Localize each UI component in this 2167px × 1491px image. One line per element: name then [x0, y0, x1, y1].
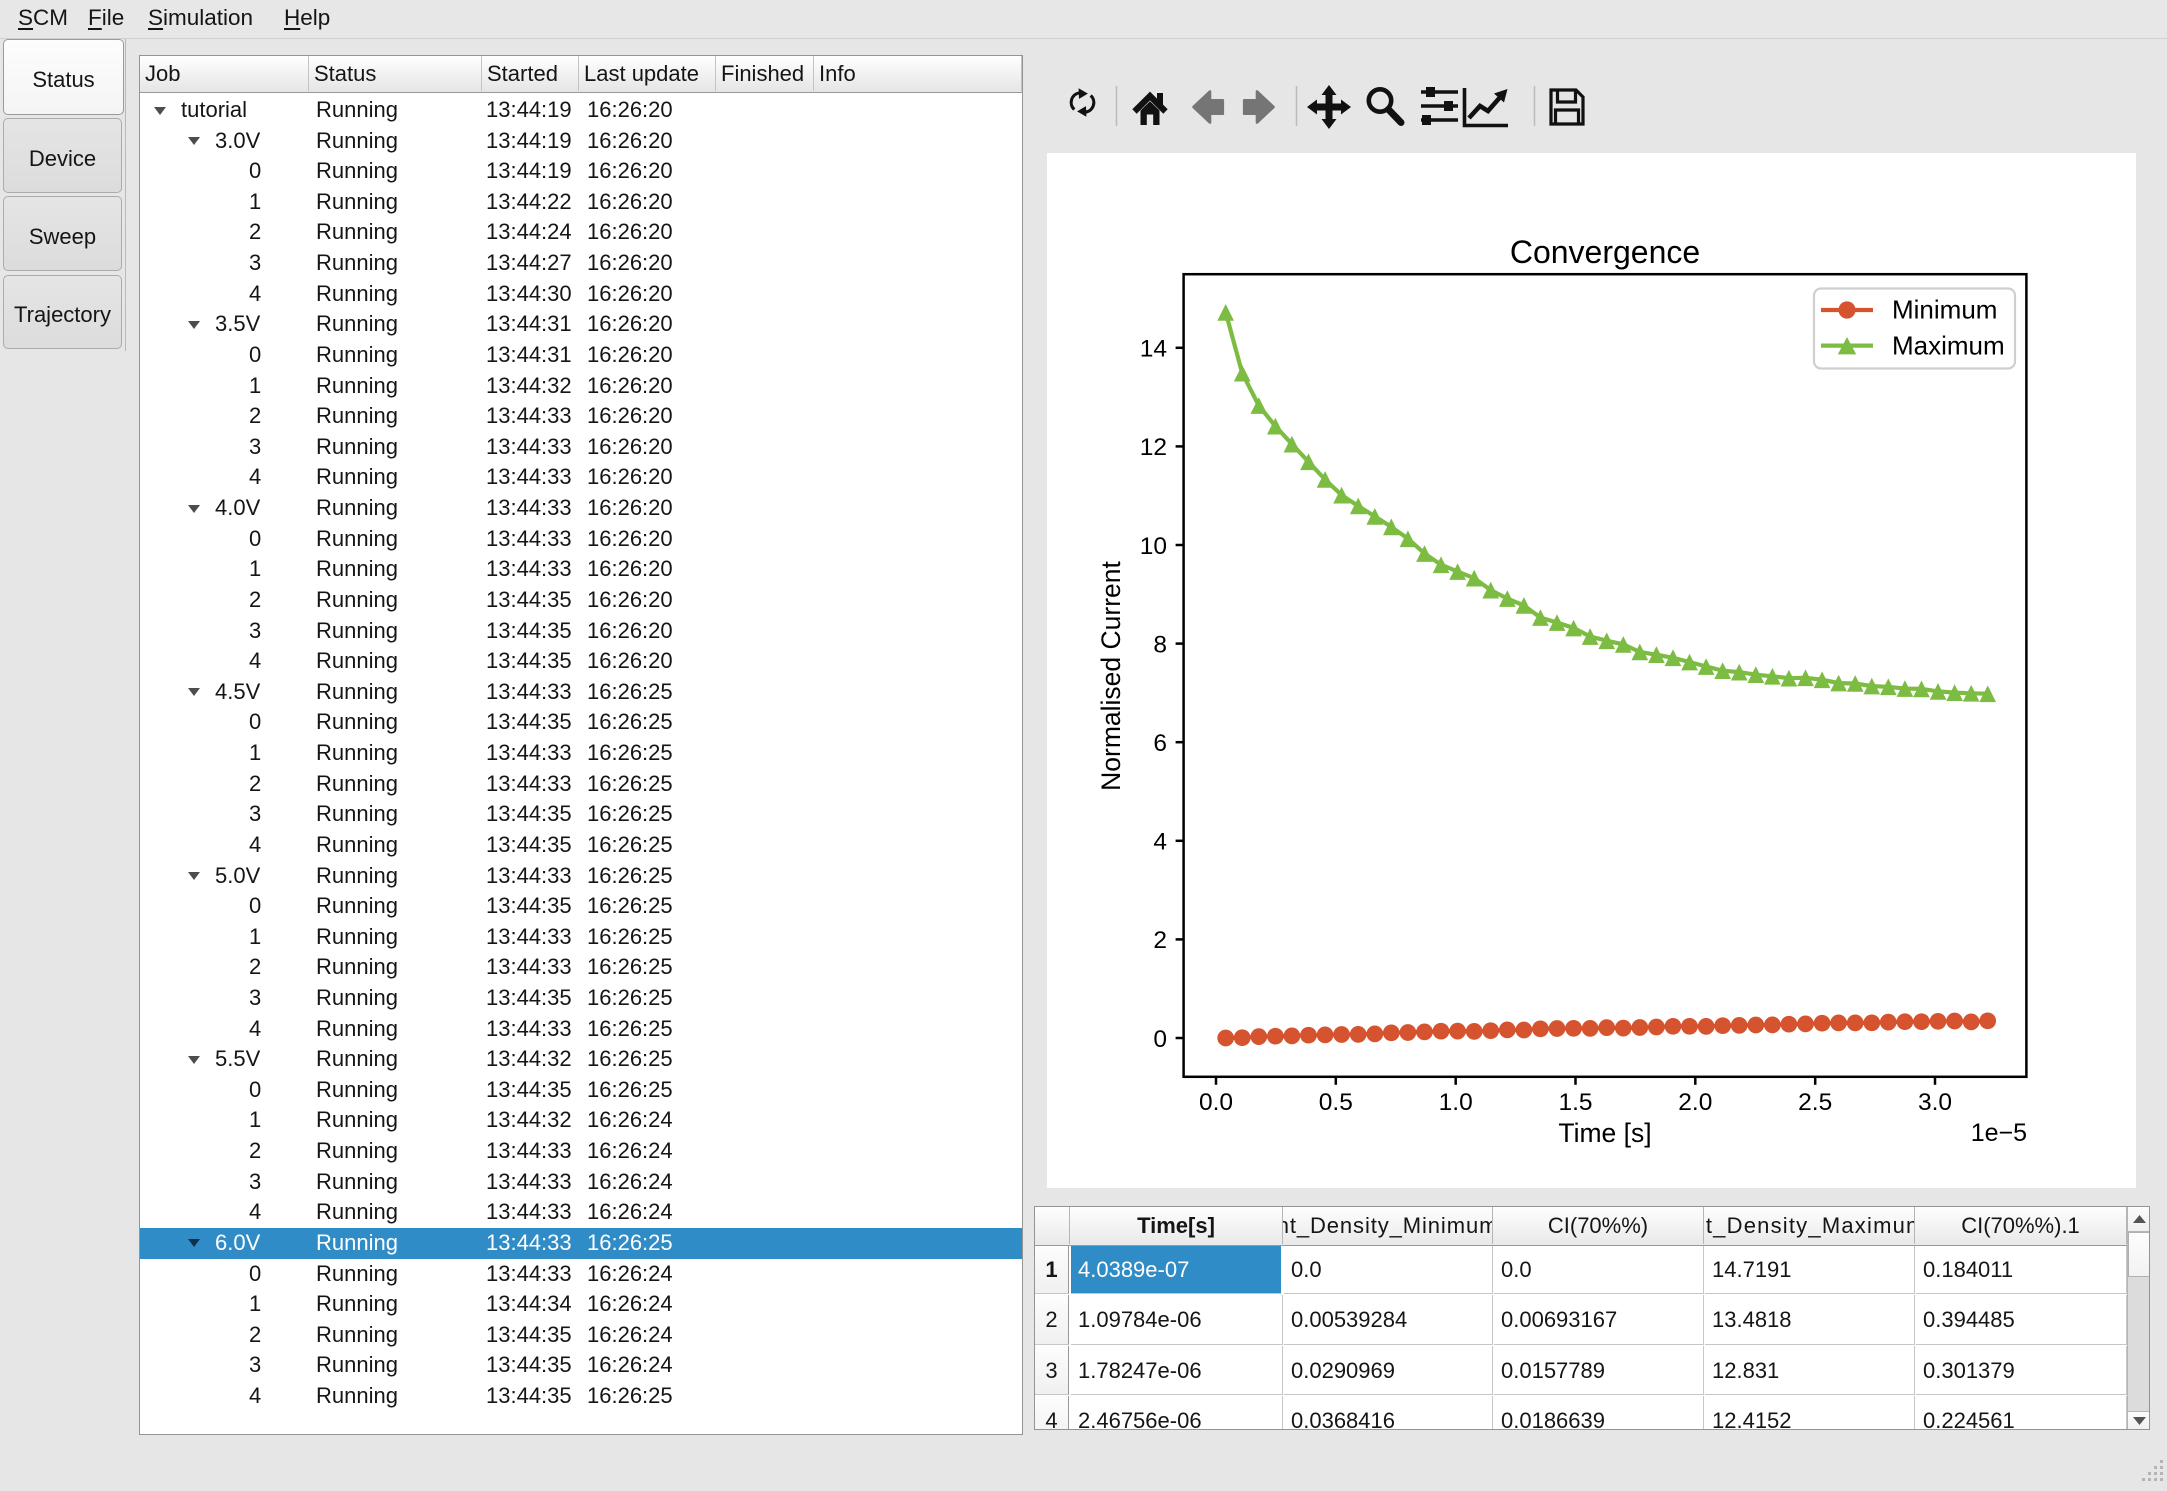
svg-text:Minimum: Minimum — [1892, 295, 1997, 325]
svg-text:0: 0 — [1153, 1026, 1167, 1053]
svg-text:Time [s]: Time [s] — [1558, 1118, 1651, 1148]
svg-text:Convergence: Convergence — [1510, 234, 1700, 270]
svg-text:6: 6 — [1153, 730, 1167, 757]
svg-text:2.5: 2.5 — [1798, 1089, 1832, 1116]
svg-text:Maximum: Maximum — [1892, 330, 2005, 360]
svg-text:0.5: 0.5 — [1319, 1089, 1353, 1116]
svg-text:14: 14 — [1140, 336, 1167, 363]
svg-text:0.0: 0.0 — [1199, 1089, 1233, 1116]
svg-text:Normalised Current: Normalised Current — [1096, 560, 1126, 790]
svg-text:1.0: 1.0 — [1439, 1089, 1473, 1116]
svg-text:4: 4 — [1153, 829, 1167, 856]
svg-text:1e−5: 1e−5 — [1971, 1119, 2027, 1147]
svg-text:8: 8 — [1153, 631, 1167, 658]
svg-text:10: 10 — [1140, 533, 1167, 560]
svg-text:1.5: 1.5 — [1558, 1089, 1592, 1116]
svg-text:2.0: 2.0 — [1678, 1089, 1712, 1116]
svg-text:2: 2 — [1153, 927, 1167, 954]
svg-text:3.0: 3.0 — [1918, 1089, 1952, 1116]
svg-text:12: 12 — [1140, 434, 1167, 461]
